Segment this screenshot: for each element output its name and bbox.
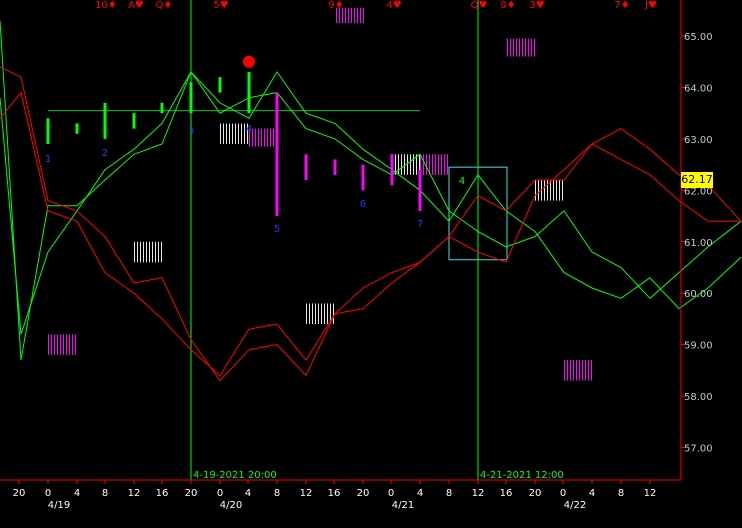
x-tick-label: 0 — [388, 488, 394, 499]
top-card-label: Q♦ — [156, 0, 173, 11]
axes: 57.0058.0059.0060.0061.0062.0063.0064.00… — [0, 0, 713, 511]
x-tick-label: 12 — [300, 488, 313, 499]
bar-label: 1 — [45, 154, 51, 165]
top-card-label: A♥ — [128, 0, 144, 11]
bar-label: 4 — [246, 124, 252, 135]
x-tick-label: 20 — [185, 488, 198, 499]
x-tick-label: 4 — [245, 488, 251, 499]
x-tick-label: 16 — [156, 488, 169, 499]
x-tick-label: 16 — [328, 488, 341, 499]
top-card-label: Q♥ — [471, 0, 488, 11]
top-card-label: 5♥ — [213, 0, 228, 11]
profile-blocks — [48, 7, 592, 381]
x-tick-label: 8 — [618, 488, 624, 499]
profile-block — [134, 241, 162, 263]
series-line — [0, 66, 742, 382]
y-tick-label: 58.00 — [684, 392, 713, 403]
profile-block — [220, 123, 248, 145]
bar-label: 6 — [360, 199, 366, 210]
x-tick-label: 4 — [417, 488, 423, 499]
top-card-label: 3♥ — [529, 0, 544, 11]
top-card-label: 7♦ — [614, 0, 629, 11]
y-tick-label: 61.00 — [684, 238, 713, 249]
x-tick-label: 8 — [102, 488, 108, 499]
price-chart: 4-19-2021 20:00 4-21-2021 12:00 123 456741… — [0, 0, 742, 511]
x-tick-label: 12 — [644, 488, 657, 499]
x-tick-label: 0 — [217, 488, 223, 499]
top-card-label: 10♦ — [95, 0, 117, 11]
profile-block — [48, 334, 76, 355]
bar-label: 5 — [274, 224, 280, 235]
date-label: 4/19 — [48, 500, 70, 511]
vertical-marker-label: 4-19-2021 20:00 — [193, 470, 277, 481]
x-tick-label: 0 — [45, 488, 51, 499]
profile-block — [507, 38, 535, 57]
y-tick-label: 63.00 — [684, 135, 713, 146]
profile-block — [564, 360, 592, 381]
bar-label: 2 — [102, 148, 108, 159]
date-label: 4/21 — [392, 500, 414, 511]
green-annotation: 4 — [459, 176, 465, 187]
x-tick-label: 16 — [500, 488, 513, 499]
x-tick-label: 20 — [13, 488, 26, 499]
y-tick-label: 60.00 — [684, 289, 713, 300]
x-tick-label: 0 — [560, 488, 566, 499]
x-tick-label: 4 — [589, 488, 595, 499]
series-lines — [0, 20, 742, 382]
vertical-marker-label: 4-21-2021 12:00 — [480, 470, 564, 481]
top-card-label: 4♥ — [386, 0, 401, 11]
date-label: 4/20 — [220, 500, 242, 511]
bar-label: 7 — [417, 219, 423, 230]
y-tick-label: 64.00 — [684, 83, 713, 94]
top-card-label: J♥ — [644, 0, 657, 11]
red-dot-marker — [243, 55, 255, 68]
x-tick-label: 8 — [274, 488, 280, 499]
top-card-label: 9♦ — [328, 0, 343, 11]
x-tick-label: 8 — [446, 488, 452, 499]
profile-block — [420, 154, 448, 175]
x-tick-label: 20 — [357, 488, 370, 499]
profile-block — [249, 128, 277, 147]
x-tick-label: 20 — [529, 488, 542, 499]
date-label: 4/22 — [564, 500, 586, 511]
x-tick-label: 12 — [472, 488, 485, 499]
y-tick-label: 59.00 — [684, 341, 713, 352]
top-card-label: 8♦ — [500, 0, 515, 11]
last-price-tag: 62.17 — [681, 172, 713, 188]
chart-grid: 4-19-2021 20:00 4-21-2021 12:00 — [48, 0, 564, 481]
chart-labels: 1 2 3 4 5 6 7 4 10♦ A♥ Q♦ 5♥ 9♦ 4♥ Q♥ 8♦ 3♥ 7♦ J♥ — [45, 0, 657, 235]
bar-label: 3 — [188, 126, 194, 137]
y-tick-label: 65.00 — [684, 32, 713, 43]
y-tick-label: 57.00 — [684, 444, 713, 455]
x-tick-label: 12 — [128, 488, 141, 499]
price-bars — [46, 55, 422, 217]
x-tick-label: 4 — [74, 488, 80, 499]
series-line — [0, 71, 742, 335]
series-line — [0, 20, 742, 361]
profile-block — [306, 303, 334, 325]
